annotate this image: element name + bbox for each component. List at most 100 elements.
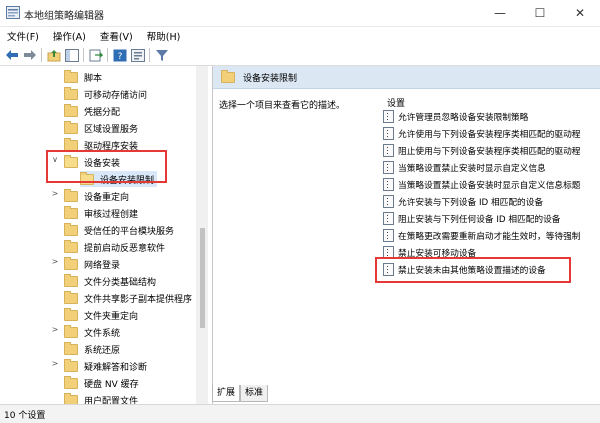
setting-row[interactable]: 阻止使用与下列设备安装程序类相匹配的驱动程 [383, 142, 600, 159]
tree-item[interactable]: 文件共享影子副本提供程序 [64, 290, 192, 306]
tree-item-label: 区域设置服务 [84, 124, 139, 135]
tree-item-label: 设备安装限制 [100, 175, 155, 186]
tree-item[interactable]: 脚本 [64, 69, 102, 85]
tree-item[interactable]: 系统还原 [64, 341, 120, 357]
setting-row[interactable]: 允许使用与下列设备安装程序类相匹配的驱动程 [383, 125, 600, 142]
help-button[interactable]: ? [112, 47, 128, 63]
show-hide-tree-button[interactable] [64, 47, 80, 63]
tree-item-device-installation-restrictions[interactable]: 设备安装限制 [80, 171, 158, 187]
tree-item[interactable]: 文件分类基础结构 [64, 273, 156, 289]
properties-button[interactable] [130, 47, 146, 63]
tree-item[interactable]: 硬盘 NV 缓存 [64, 375, 139, 391]
setting-label: 阻止使用与下列设备安装程序类相匹配的驱动程 [398, 147, 581, 157]
tree-item-device-installation[interactable]: 设备安装 [64, 154, 120, 170]
setting-row[interactable]: 禁止安装可移动设备 [383, 244, 600, 261]
back-button[interactable] [4, 47, 20, 63]
folder-icon [64, 222, 78, 236]
collapse-chevron-icon[interactable]: ∨ [50, 155, 60, 164]
up-one-level-button[interactable] [46, 47, 62, 63]
tree-pane[interactable]: 脚本 可移动存储访问 凭据分配 区域设置服务 驱动程序安装 ∨ 设备安装 设备安… [0, 66, 208, 407]
tree-item-label: 系统还原 [84, 345, 121, 356]
folder-icon [64, 137, 78, 151]
setting-row[interactable]: 阻止安装与下列任何设备 ID 相匹配的设备 [383, 210, 600, 227]
tree-item-label: 提前启动反恶意软件 [84, 243, 166, 254]
toolbar-separator [149, 48, 150, 62]
setting-label: 允许管理员忽略设备安装限制策略 [398, 113, 529, 123]
properties-icon [131, 48, 145, 62]
tab-standard[interactable]: 标准 [240, 385, 269, 402]
tree-item-label: 脚本 [84, 73, 103, 84]
tree-item-label: 凭据分配 [84, 107, 121, 118]
setting-row[interactable]: 在策略更改需要重新启动才能生效时，等待强制 [383, 227, 600, 244]
export-list-button[interactable] [88, 47, 104, 63]
folder-icon [64, 341, 78, 355]
tree-item[interactable]: 提前启动反恶意软件 [64, 239, 165, 255]
tree-item[interactable]: 文件系统 [64, 324, 120, 340]
setting-label: 禁止安装可移动设备 [398, 249, 477, 259]
tree-item[interactable]: 网络登录 [64, 256, 120, 272]
tree-item[interactable]: 疑难解答和诊断 [64, 358, 147, 374]
tree-item-label: 硬盘 NV 缓存 [84, 379, 139, 390]
tree-item[interactable]: 审核过程创建 [64, 205, 138, 221]
description-text: 选择一个项目来查看它的描述。 [219, 101, 346, 111]
tree-item[interactable]: 设备重定向 [64, 188, 129, 204]
folder-icon [221, 69, 235, 83]
folder-open-icon [64, 154, 78, 168]
policy-setting-icon [383, 161, 394, 174]
maximize-button[interactable]: ☐ [520, 0, 560, 26]
setting-label: 当策略设置禁止设备安装时显示自定义信息标题 [398, 181, 581, 191]
tree-item[interactable]: 区域设置服务 [64, 120, 138, 136]
details-header: 设备安装限制 [213, 66, 600, 89]
forward-button[interactable] [22, 47, 38, 63]
tree-item-label: 文件夹重定向 [84, 311, 139, 322]
menu-view[interactable]: 查看(V) [93, 29, 140, 43]
filter-button[interactable] [154, 47, 170, 63]
setting-label: 在策略更改需要重新启动才能生效时，等待强制 [398, 232, 581, 242]
setting-row[interactable]: 禁止安装未由其他策略设置描述的设备 [383, 261, 600, 278]
policy-setting-icon [383, 263, 394, 276]
tree-item[interactable]: 文件夹重定向 [64, 307, 138, 323]
minimize-button[interactable]: — [480, 0, 520, 26]
tree-scrollbar-thumb[interactable] [200, 228, 205, 328]
expand-chevron-icon[interactable]: > [50, 257, 60, 266]
tree-item[interactable]: 驱动程序安装 [64, 137, 138, 153]
menu-file[interactable]: 文件(F) [0, 29, 46, 43]
expand-chevron-icon[interactable]: > [50, 359, 60, 368]
setting-row[interactable]: 允许管理员忽略设备安装限制策略 [383, 108, 600, 125]
expand-chevron-icon[interactable]: > [50, 189, 60, 198]
setting-label: 阻止安装与下列任何设备 ID 相匹配的设备 [398, 215, 561, 225]
folder-icon [64, 120, 78, 134]
details-pane: 设备安装限制 选择一个项目来查看它的描述。 设置 允许管理员忽略设备安装限制策略… [212, 66, 600, 404]
toolbar-separator [41, 48, 42, 62]
toolbar: ? [0, 45, 600, 66]
menu-bar: 文件(F) 操作(A) 查看(V) 帮助(H) [0, 27, 600, 45]
setting-row[interactable]: 允许安装与下列设备 ID 相匹配的设备 [383, 193, 600, 210]
view-tabs: 扩展 标准 [212, 385, 269, 403]
folder-up-icon [47, 49, 61, 61]
tree-item[interactable]: 受信任的平台模块服务 [64, 222, 174, 238]
group-policy-app-icon [6, 6, 20, 19]
status-bar: 10 个设置 [0, 404, 600, 423]
tree-item-label: 文件分类基础结构 [84, 277, 157, 288]
tree-item-label: 设备安装 [84, 158, 121, 169]
tab-extended[interactable]: 扩展 [212, 385, 241, 402]
toolbar-separator [83, 48, 84, 62]
menu-help[interactable]: 帮助(H) [140, 29, 188, 43]
policy-setting-icon [383, 178, 394, 191]
tree-item-label: 审核过程创建 [84, 209, 139, 220]
setting-label: 允许使用与下列设备安装程序类相匹配的驱动程 [398, 130, 581, 140]
window-title: 本地组策略编辑器 [24, 11, 104, 22]
tree-item[interactable]: 可移动存储访问 [64, 86, 147, 102]
status-text: 10 个设置 [4, 411, 46, 421]
help-icon: ? [113, 49, 127, 62]
folder-icon [64, 273, 78, 287]
setting-row[interactable]: 当策略设置禁止设备安装时显示自定义信息标题 [383, 176, 600, 193]
tree-item-label: 设备重定向 [84, 192, 130, 203]
menu-action[interactable]: 操作(A) [46, 29, 93, 43]
tree-item[interactable]: 凭据分配 [64, 103, 120, 119]
folder-open-icon [80, 171, 94, 185]
setting-row[interactable]: 当策略设置禁止安装时显示自定义信息 [383, 159, 600, 176]
expand-chevron-icon[interactable]: > [50, 325, 60, 334]
close-button[interactable]: ✕ [560, 0, 600, 26]
tree-item-label: 疑难解答和诊断 [84, 362, 148, 373]
